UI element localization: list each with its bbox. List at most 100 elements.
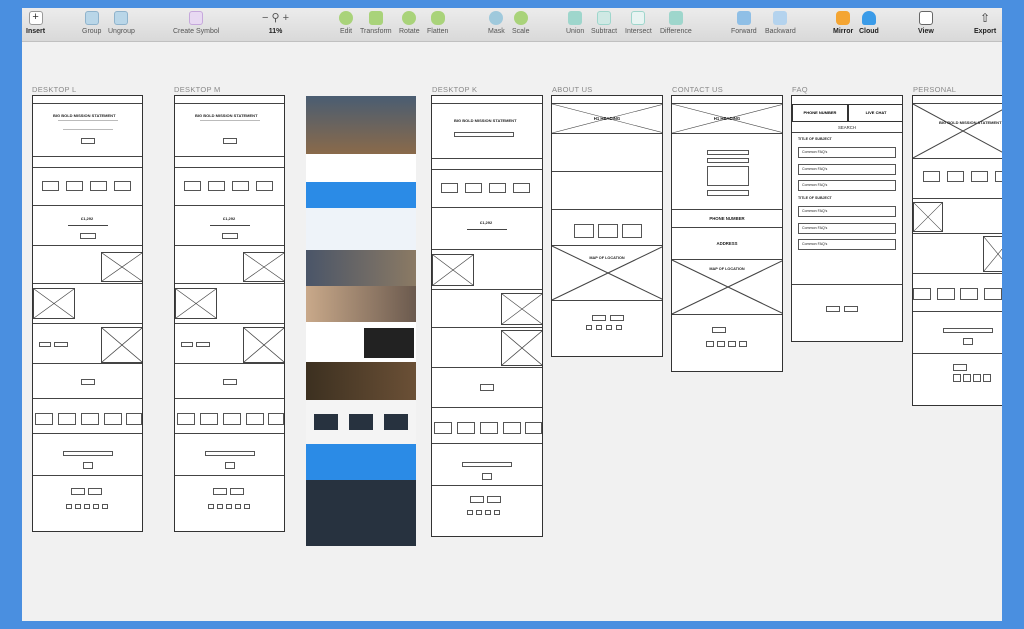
blue-cta-band	[306, 444, 416, 480]
icon-box	[489, 183, 506, 193]
card-box	[126, 413, 142, 425]
artboard-contact-us[interactable]: H1 HEADING PHONE NUMBER ADDRESS MAP OF L…	[671, 95, 783, 372]
dark-card	[314, 414, 338, 430]
group-button[interactable]: Group	[82, 11, 101, 35]
subtract-button[interactable]: Subtract	[591, 11, 617, 35]
artboard-about-us[interactable]: H1 HEADING MAP OF LOCATION	[551, 95, 663, 357]
photo-section-2	[306, 286, 416, 322]
icon-box	[441, 183, 458, 193]
footer-section	[432, 486, 542, 536]
social-icon	[706, 341, 714, 347]
social-icon	[616, 325, 622, 330]
nav-bar	[33, 96, 142, 104]
ungroup-label: Ungroup	[108, 28, 135, 35]
social-icon	[494, 510, 500, 515]
cta-button	[480, 384, 494, 391]
social-icon	[476, 510, 482, 515]
small-button	[181, 342, 193, 347]
export-button[interactable]: ⇧ Export	[974, 11, 996, 35]
union-button[interactable]: Union	[566, 11, 584, 35]
forward-button[interactable]: Forward	[731, 11, 757, 35]
difference-icon	[668, 11, 683, 25]
icon-box	[90, 181, 107, 191]
cloud-label: Cloud	[859, 28, 879, 35]
insert-button[interactable]: + Insert	[26, 11, 45, 35]
icon-row-section	[432, 170, 542, 208]
mask-button[interactable]: Mask	[488, 11, 505, 35]
edit-icon	[339, 11, 353, 25]
form-input	[462, 462, 512, 467]
card-box	[200, 413, 218, 425]
image-placeholder	[33, 288, 75, 319]
map-placeholder	[552, 246, 662, 301]
cta-section	[33, 364, 142, 399]
mission-heading: BIG BOLD MISSION STATEMENT	[195, 113, 258, 118]
artboard-title-faq[interactable]: FAQ	[792, 85, 808, 94]
canvas[interactable]: DESKTOP L DESKTOP M DESKTOP K ABOUT US C…	[22, 43, 1002, 621]
footer-button	[592, 315, 606, 321]
photo-section-1	[306, 250, 416, 286]
mirror-button[interactable]: Mirror	[833, 11, 853, 35]
feature-section-2	[913, 234, 1002, 274]
zoom-control[interactable]: − ⚲ + 11%	[262, 11, 289, 35]
tab-row	[33, 156, 142, 168]
group-icon	[84, 11, 99, 25]
rotate-button[interactable]: Rotate	[399, 11, 420, 35]
backward-button[interactable]: Backward	[765, 11, 796, 35]
artboard-desktop-m[interactable]: BIG BOLD MISSION STATEMENT £1,292	[174, 95, 285, 532]
intersect-button[interactable]: Intersect	[625, 11, 652, 35]
view-label: View	[918, 28, 934, 35]
view-button[interactable]: View	[918, 11, 934, 35]
cta-section	[432, 368, 542, 408]
flatten-label: Flatten	[427, 28, 449, 35]
artboard-title-desktop-m[interactable]: DESKTOP M	[174, 85, 221, 94]
social-icon	[586, 325, 592, 330]
artboard-desktop-l[interactable]: BIG BOLD MISSION STATEMENT £1,292	[32, 95, 143, 532]
grid-section	[175, 399, 284, 434]
artboard-title-about-us[interactable]: ABOUT US	[552, 85, 593, 94]
search-input	[454, 132, 514, 137]
artboard-visual-mockup[interactable]	[306, 96, 416, 546]
about-heading: H1 HEADING	[593, 116, 621, 121]
mask-icon	[489, 11, 504, 25]
image-placeholder	[101, 252, 142, 282]
group-label: Group	[82, 28, 102, 35]
artboard-title-desktop-k[interactable]: DESKTOP K	[432, 85, 477, 94]
scale-button[interactable]: Scale	[512, 11, 530, 35]
artboard-title-contact-us[interactable]: CONTACT US	[672, 85, 723, 94]
artboard-faq[interactable]: PHONE NUMBER LIVE CHAT SEARCH TITLE OF S…	[791, 95, 903, 342]
small-button	[39, 342, 51, 347]
slider-section: £1,292	[175, 206, 284, 246]
union-label: Union	[566, 28, 585, 35]
image-placeholder	[913, 202, 943, 232]
footer-section	[175, 476, 284, 531]
transform-button[interactable]: Transform	[360, 11, 392, 35]
hero-image	[306, 96, 416, 154]
create-symbol-button[interactable]: Create Symbol	[173, 11, 219, 35]
cloud-button[interactable]: Cloud	[859, 11, 879, 35]
cards-section	[306, 400, 416, 444]
small-button	[196, 342, 210, 347]
social-icon	[606, 325, 612, 330]
nav-bar	[913, 96, 1002, 104]
difference-button[interactable]: Difference	[660, 11, 692, 35]
text-line	[63, 129, 113, 130]
artboard-desktop-k[interactable]: BIG BOLD MISSION STATEMENT £1,292	[431, 95, 543, 537]
artboard-personal[interactable]: BIG BOLD MISSION STATEMENT	[912, 95, 1002, 406]
faq-subject-2: TITLE OF SUBJECT	[798, 196, 832, 200]
form-section	[33, 434, 142, 476]
social-icon	[963, 374, 971, 382]
artboard-title-desktop-l[interactable]: DESKTOP L	[32, 85, 77, 94]
faq-item: Common FAQ's	[798, 223, 896, 234]
card-box	[81, 413, 99, 425]
mission-heading: BIG BOLD MISSION STATEMENT	[53, 113, 116, 118]
slider-track	[68, 225, 108, 226]
artboard-title-personal[interactable]: PERSONAL	[913, 85, 956, 94]
map-label: MAP OF LOCATION	[589, 256, 625, 260]
device-mockup	[364, 328, 414, 358]
ungroup-button[interactable]: Ungroup	[108, 11, 135, 35]
feature-section-3	[33, 324, 142, 364]
edit-button[interactable]: Edit	[339, 11, 353, 35]
image-placeholder	[983, 236, 1002, 272]
flatten-button[interactable]: Flatten	[427, 11, 448, 35]
